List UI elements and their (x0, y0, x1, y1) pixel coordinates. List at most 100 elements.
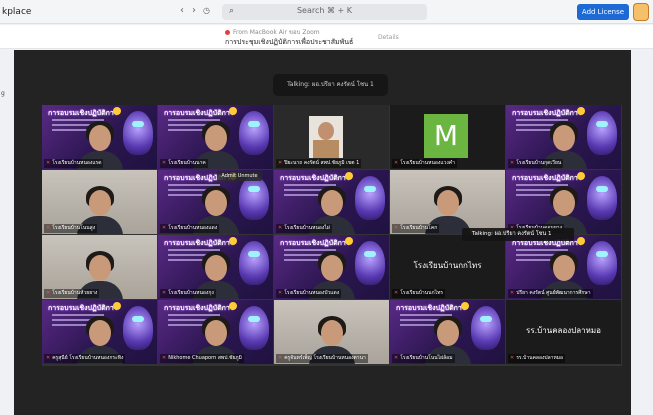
poster-title: การอบรมเชิงปฏิบัติการ (512, 174, 582, 182)
muted-mic-icon: ✕ (162, 160, 167, 166)
forward-arrow-icon[interactable]: › (192, 5, 196, 16)
participant-tile[interactable]: ✕ โรงเรียนบ้านโคก (390, 170, 505, 234)
participant-name-text: โรงเรียนบ้านห้วยยาง (52, 290, 98, 296)
participant-name-text: โรงเรียนบ้านหนองไผ่ (284, 225, 330, 231)
poster-title: การอบรมเชิงปฏิบัติการ (164, 109, 234, 117)
muted-mic-icon: ✕ (278, 225, 283, 231)
participant-name-text: ครูสุนีย์ โรงเรียนบ้านหนองกระทิง (52, 355, 124, 361)
search-input[interactable]: ⌕ Search ⌘ + K (222, 4, 427, 20)
participant-tile[interactable]: M ✕ โรงเรียนบ้านหนองแวงคำ (390, 105, 505, 169)
muted-mic-icon: ✕ (46, 225, 51, 231)
poster-title: การอบรมเชิงปฏิบัติการ (396, 304, 466, 312)
participant-name-text: รร.บ้านคลองปลาหมอ (516, 355, 564, 361)
robot-illustration (123, 111, 153, 155)
left-panel: g (0, 50, 14, 415)
muted-mic-icon: ✕ (278, 290, 283, 296)
poster-emblem-icon (577, 237, 585, 245)
notification-title: การประชุมเชิงปฏิบัติการเพื่อประชาสัมพันธ… (225, 38, 354, 46)
robot-illustration (471, 306, 501, 350)
participant-name: ✕ โรงเรียนบ้านนกไทร (392, 289, 446, 298)
poster-emblem-icon (577, 107, 585, 115)
poster-emblem-icon (229, 237, 237, 245)
participant-tile[interactable]: การอบรมเชิงปฏิบัติการ✕โรงเรียนบ้านดอนยาง (506, 170, 621, 234)
participant-name-text: โรงเรียนบ้านนกไทร (400, 290, 444, 296)
participant-tile[interactable]: ✕ โรงเรียนบ้านโนนสูง (42, 170, 157, 234)
muted-mic-icon: ✕ (278, 160, 283, 166)
participant-name: ✕ โรงเรียนบ้านหนองแรด (44, 159, 104, 168)
muted-mic-icon: ✕ (46, 290, 51, 296)
participant-name-text: Nikhome Chuaporn สพป.ชัยภูมิ (168, 355, 242, 361)
poster-title: การอบรมเชิงปฏิบัติการ (48, 304, 118, 312)
participant-tile[interactable]: โรงเรียนบ้านกกไทร ✕ โรงเรียนบ้านนกไทร (390, 235, 505, 299)
poster-emblem-icon (229, 302, 237, 310)
poster-emblem-icon (345, 172, 353, 180)
muted-mic-icon: ✕ (510, 160, 515, 166)
initial-avatar: M (424, 114, 468, 158)
poster-emblem-icon (229, 107, 237, 115)
participant-name-text: โรงเรียนบ้านโนนไผ่ล้อม (400, 355, 453, 361)
muted-mic-icon: ✕ (394, 225, 399, 231)
poster-emblem-icon (113, 302, 121, 310)
participant-name-text: โรงเรียนบ้านกุดเวียน (516, 160, 562, 166)
muted-mic-icon: ✕ (394, 290, 399, 296)
participant-name: ✕ โรงเรียนบ้านหนองกุง (160, 289, 216, 298)
participant-name: ✕ โรงเรียนบ้านโนนไผ่ล้อม (392, 354, 455, 363)
notification-details-link[interactable]: Details (378, 34, 399, 41)
poster-emblem-icon (113, 107, 121, 115)
robot-illustration (587, 241, 617, 285)
participant-tile[interactable]: การอบรมเชิงปฏิบัติการ ✕ โรงเรียนบ้านโนนไผ่… (390, 300, 505, 364)
participant-tile[interactable]: การอบรมเชิงปฏิบัติการ ✕ โรงเรียนบ้านหนองแร… (42, 105, 157, 169)
participant-tile[interactable]: การอบรมเชิงปฏิบัติการ ✕ ครูสุนีย์ โรงเรียน… (42, 300, 157, 364)
poster-emblem-icon (461, 302, 469, 310)
participant-name: ✕ ปิยะนาถ คงรัตน์ สพป.ชัยภูมิ เขต 1 (276, 159, 362, 168)
participant-name-text: โรงเรียนบ้านหนองแดง (168, 225, 218, 231)
poster-title: การอบรมเชิงปฏิบัติการ (164, 239, 234, 247)
muted-mic-icon: ✕ (510, 355, 515, 361)
participant-name-text: ครูจันทร์เพ็ญ โรงเรียนบ้านหนองตานา (284, 355, 366, 361)
participant-name-text: ปิยะนาถ คงรัตน์ สพป.ชัยภูมิ เขต 1 (284, 160, 360, 166)
admit-unmute-button[interactable]: Admit Unmute (217, 171, 262, 181)
participant-tile[interactable]: รร.บ้านคลองปลาหมอ ✕ รร.บ้านคลองปลาหมอ (506, 300, 621, 364)
profile-photo (309, 116, 343, 158)
right-panel (631, 50, 653, 415)
muted-mic-icon: ✕ (162, 355, 167, 361)
robot-illustration (239, 111, 269, 155)
participant-tile[interactable]: ✕ ครูจันทร์เพ็ญ โรงเรียนบ้านหนองตานา (274, 300, 389, 364)
history-icon[interactable]: ◷ (203, 6, 210, 15)
participant-tile[interactable]: การอบรมเชิงปฏิบัติการ ✕ โรงเรียนบ้านหนองบั… (274, 235, 389, 299)
participant-tile[interactable]: ✕ โรงเรียนบ้านห้วยยาง (42, 235, 157, 299)
participant-name: ✕ ปรียา คงรัตน์ ศูนย์พัฒนาการศึกษา (508, 289, 593, 298)
participant-tile[interactable]: การอบรมเชิงปฏิบัติการ ✕ โรงเรียนบ้านหนองกุ… (158, 235, 273, 299)
robot-illustration (239, 176, 269, 220)
participant-tile[interactable]: การอบรมเชิงปฏิบัติการ ✕ โรงเรียนบ้านนาค (158, 105, 273, 169)
participant-tile[interactable]: การอบรมเชิงปฏิบัติการ ✕ ปรียา คงรัตน์ ศูนย… (506, 235, 621, 299)
participant-tile[interactable]: ✕ ปิยะนาถ คงรัตน์ สพป.ชัยภูมิ เขต 1 (274, 105, 389, 169)
participant-name-text: ปรียา คงรัตน์ ศูนย์พัฒนาการศึกษา (516, 290, 591, 296)
poster-emblem-icon (577, 172, 585, 180)
muted-mic-icon: ✕ (394, 355, 399, 361)
avatar[interactable] (633, 3, 649, 21)
poster-title: การอบรมเชิงปฏิบัติการ (48, 109, 118, 117)
notification-bar[interactable]: From MacBook Air ขอบ Zoom การประชุมเชิงป… (0, 25, 653, 49)
participant-name-text: โรงเรียนบ้านหนองแรด (52, 160, 102, 166)
participant-tile[interactable]: การอบรมเชิงปฏิบัติการ ✕ โรงเรียนบ้านกุดเวี… (506, 105, 621, 169)
robot-illustration (355, 176, 385, 220)
participant-name: ✕ โรงเรียนบ้านกุดเวียน (508, 159, 564, 168)
participant-name: ✕ โรงเรียนบ้านหนองไผ่ (276, 224, 332, 233)
robot-illustration (587, 111, 617, 155)
robot-illustration (123, 306, 153, 350)
back-arrow-icon[interactable]: ‹ (180, 5, 184, 16)
participant-name-text: โรงเรียนบ้านหนองกุง (168, 290, 214, 296)
add-license-button[interactable]: Add License (577, 4, 629, 20)
display-name-large: รร.บ้านคลองปลาหมอ (526, 326, 601, 335)
participant-tile[interactable]: การอบรมเชิงปฏิบัติการ ✕ Nikhome Chuaporn ส… (158, 300, 273, 364)
participant-name: ✕ โรงเรียนบ้านหนองแดง (160, 224, 220, 233)
notification-from: From MacBook Air ขอบ Zoom (233, 29, 320, 36)
participant-name: ✕ โรงเรียนบ้านหนองบัวแดง (276, 289, 342, 298)
left-panel-label: g (1, 90, 5, 97)
workspace-label: kplace (2, 7, 32, 17)
participant-name: ✕ โรงเรียนบ้านโคก (392, 224, 440, 233)
participant-name-text: โรงเรียนบ้านนาค (168, 160, 206, 166)
participant-name: ✕ โรงเรียนบ้านโนนสูง (44, 224, 98, 233)
participant-tile[interactable]: การอบรมเชิงปฏิบัติการ ✕ โรงเรียนบ้านหนองไผ… (274, 170, 389, 234)
